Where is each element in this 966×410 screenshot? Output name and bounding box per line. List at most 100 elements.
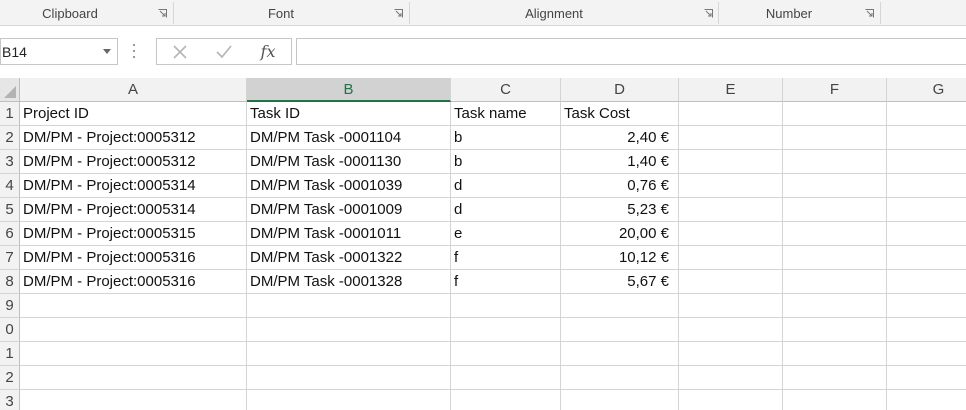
cell-c4[interactable]: d xyxy=(451,174,561,198)
cell-a12[interactable] xyxy=(20,366,247,390)
cell-g12[interactable] xyxy=(887,366,966,390)
cell-a11[interactable] xyxy=(20,342,247,366)
cell-a6[interactable]: DM/PM - Project:0005315 xyxy=(20,222,247,246)
cell-d12[interactable] xyxy=(561,366,679,390)
cell-b7[interactable]: DM/PM Task -0001322 xyxy=(247,246,451,270)
cell-f11[interactable] xyxy=(783,342,887,366)
cell-d2[interactable]: 2,40 € xyxy=(561,126,679,150)
cell-c1[interactable]: Task name xyxy=(451,102,561,126)
column-header-e[interactable]: E xyxy=(679,78,783,102)
cell-d8[interactable]: 5,67 € xyxy=(561,270,679,294)
number-dialog-launcher-icon[interactable] xyxy=(865,9,874,18)
cell-c10[interactable] xyxy=(451,318,561,342)
row-header[interactable]: 5 xyxy=(0,198,20,222)
cell-d10[interactable] xyxy=(561,318,679,342)
cell-d7[interactable]: 10,12 € xyxy=(561,246,679,270)
cell-c9[interactable] xyxy=(451,294,561,318)
cell-c7[interactable]: f xyxy=(451,246,561,270)
cell-a1[interactable]: Project ID xyxy=(20,102,247,126)
cell-b8[interactable]: DM/PM Task -0001328 xyxy=(247,270,451,294)
cell-e12[interactable] xyxy=(679,366,783,390)
cell-b1[interactable]: Task ID xyxy=(247,102,451,126)
cell-b4[interactable]: DM/PM Task -0001039 xyxy=(247,174,451,198)
cell-g10[interactable] xyxy=(887,318,966,342)
cell-f12[interactable] xyxy=(783,366,887,390)
row-header[interactable]: 4 xyxy=(0,174,20,198)
cell-g5[interactable] xyxy=(887,198,966,222)
row-header[interactable]: 1 xyxy=(0,342,20,366)
cell-e10[interactable] xyxy=(679,318,783,342)
cell-b11[interactable] xyxy=(247,342,451,366)
cell-b13[interactable] xyxy=(247,390,451,410)
cell-f4[interactable] xyxy=(783,174,887,198)
cell-a13[interactable] xyxy=(20,390,247,410)
cell-f6[interactable] xyxy=(783,222,887,246)
cell-g13[interactable] xyxy=(887,390,966,410)
cell-c8[interactable]: f xyxy=(451,270,561,294)
cell-d4[interactable]: 0,76 € xyxy=(561,174,679,198)
column-header-a[interactable]: A xyxy=(20,78,247,102)
cell-g8[interactable] xyxy=(887,270,966,294)
cell-a7[interactable]: DM/PM - Project:0005316 xyxy=(20,246,247,270)
cell-b2[interactable]: DM/PM Task -0001104 xyxy=(247,126,451,150)
cell-g9[interactable] xyxy=(887,294,966,318)
cell-g7[interactable] xyxy=(887,246,966,270)
cell-f3[interactable] xyxy=(783,150,887,174)
column-header-c[interactable]: C xyxy=(451,78,561,102)
cell-c2[interactable]: b xyxy=(451,126,561,150)
column-header-g[interactable]: G xyxy=(887,78,966,102)
cell-d6[interactable]: 20,00 € xyxy=(561,222,679,246)
cell-e11[interactable] xyxy=(679,342,783,366)
row-header[interactable]: 3 xyxy=(0,150,20,174)
cell-g2[interactable] xyxy=(887,126,966,150)
cell-e2[interactable] xyxy=(679,126,783,150)
cell-c5[interactable]: d xyxy=(451,198,561,222)
row-header[interactable]: 7 xyxy=(0,246,20,270)
cell-d1[interactable]: Task Cost xyxy=(561,102,679,126)
row-header[interactable]: 8 xyxy=(0,270,20,294)
cell-b10[interactable] xyxy=(247,318,451,342)
cell-f2[interactable] xyxy=(783,126,887,150)
cell-f8[interactable] xyxy=(783,270,887,294)
cell-g4[interactable] xyxy=(887,174,966,198)
cell-e13[interactable] xyxy=(679,390,783,410)
cell-f7[interactable] xyxy=(783,246,887,270)
cell-f10[interactable] xyxy=(783,318,887,342)
cell-g3[interactable] xyxy=(887,150,966,174)
formula-bar-resize-handle[interactable] xyxy=(132,44,136,58)
cell-c12[interactable] xyxy=(451,366,561,390)
column-header-b[interactable]: B xyxy=(247,78,451,102)
cell-a9[interactable] xyxy=(20,294,247,318)
cell-c6[interactable]: e xyxy=(451,222,561,246)
insert-function-icon[interactable]: fx xyxy=(253,39,283,64)
cell-g11[interactable] xyxy=(887,342,966,366)
cell-f13[interactable] xyxy=(783,390,887,410)
cell-d11[interactable] xyxy=(561,342,679,366)
cell-a5[interactable]: DM/PM - Project:0005314 xyxy=(20,198,247,222)
cell-f9[interactable] xyxy=(783,294,887,318)
column-header-f[interactable]: F xyxy=(783,78,887,102)
cell-d13[interactable] xyxy=(561,390,679,410)
cell-b5[interactable]: DM/PM Task -0001009 xyxy=(247,198,451,222)
cell-e7[interactable] xyxy=(679,246,783,270)
cell-g1[interactable] xyxy=(887,102,966,126)
cell-e1[interactable] xyxy=(679,102,783,126)
select-all-corner[interactable] xyxy=(0,78,20,102)
column-header-d[interactable]: D xyxy=(561,78,679,102)
cell-d5[interactable]: 5,23 € xyxy=(561,198,679,222)
cell-e8[interactable] xyxy=(679,270,783,294)
cell-e3[interactable] xyxy=(679,150,783,174)
cell-b12[interactable] xyxy=(247,366,451,390)
cell-a3[interactable]: DM/PM - Project:0005312 xyxy=(20,150,247,174)
cell-b3[interactable]: DM/PM Task -0001130 xyxy=(247,150,451,174)
cell-d9[interactable] xyxy=(561,294,679,318)
cell-b6[interactable]: DM/PM Task -0001011 xyxy=(247,222,451,246)
cell-f5[interactable] xyxy=(783,198,887,222)
cell-g6[interactable] xyxy=(887,222,966,246)
cell-a2[interactable]: DM/PM - Project:0005312 xyxy=(20,126,247,150)
row-header[interactable]: 2 xyxy=(0,366,20,390)
cancel-x-icon[interactable] xyxy=(165,39,195,64)
cell-c11[interactable] xyxy=(451,342,561,366)
cell-e9[interactable] xyxy=(679,294,783,318)
formula-input[interactable] xyxy=(296,38,966,65)
